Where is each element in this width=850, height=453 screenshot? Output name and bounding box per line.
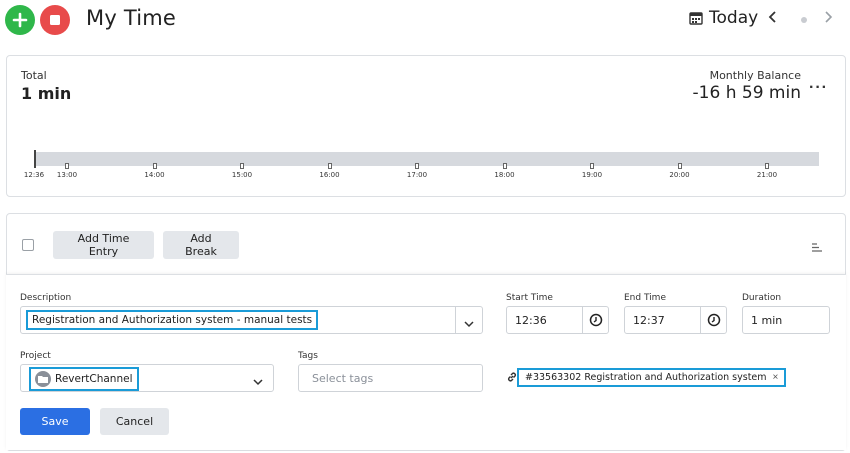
total-value: 1 min bbox=[21, 84, 72, 103]
timeline-start-label: 12:36 bbox=[23, 171, 45, 179]
end-time-value: 12:37 bbox=[633, 314, 665, 327]
duration-input[interactable]: 1 min bbox=[742, 306, 830, 334]
timeline-tick bbox=[765, 163, 769, 169]
today-button[interactable]: Today bbox=[689, 8, 758, 28]
linked-ticket-pill[interactable]: #33563302 Registration and Authorization… bbox=[517, 368, 787, 387]
plus-icon bbox=[12, 12, 28, 28]
save-button[interactable]: Save bbox=[20, 408, 90, 435]
timeline-tick-label: 17:00 bbox=[406, 171, 428, 179]
timeline-tick-label: 21:00 bbox=[756, 171, 778, 179]
tags-input[interactable]: Select tags bbox=[298, 364, 483, 392]
page-title: My Time bbox=[86, 6, 177, 30]
duration-label: Duration bbox=[742, 293, 782, 303]
start-time-label: Start Time bbox=[506, 293, 553, 303]
timeline-tick-label: 20:00 bbox=[669, 171, 690, 179]
monthly-balance-value: -16 h 59 min bbox=[692, 83, 801, 103]
description-input[interactable]: Registration and Authorization system - … bbox=[20, 306, 483, 334]
stop-button[interactable] bbox=[40, 5, 70, 35]
end-time-input[interactable]: 12:37 bbox=[624, 306, 727, 334]
timeline-tick bbox=[677, 163, 682, 169]
current-day-dot[interactable] bbox=[801, 17, 807, 23]
timeline-tick-label: 16:00 bbox=[319, 171, 340, 179]
timeline-tick-label: 13:00 bbox=[56, 171, 78, 179]
select-all-checkbox[interactable] bbox=[22, 239, 34, 251]
project-label: Project bbox=[20, 351, 51, 361]
today-label: Today bbox=[709, 8, 759, 28]
linked-ticket-label: #33563302 Registration and Authorization… bbox=[525, 372, 767, 383]
more-options-button[interactable]: ··· bbox=[809, 80, 828, 96]
end-time-picker-button[interactable] bbox=[707, 313, 721, 330]
project-value-pill: RevertChannel bbox=[29, 367, 139, 391]
folder-icon bbox=[35, 371, 51, 387]
summary-card: Total 1 min Monthly Balance -16 h 59 min… bbox=[6, 55, 846, 197]
description-dropdown-button[interactable] bbox=[464, 316, 474, 331]
timeline-tick bbox=[240, 163, 244, 169]
tags-placeholder: Select tags bbox=[312, 372, 374, 385]
start-time-value: 12:36 bbox=[515, 314, 547, 327]
chevron-down-icon bbox=[464, 321, 474, 328]
remove-ticket-button[interactable]: × bbox=[773, 372, 779, 383]
sort-lines-icon bbox=[812, 243, 822, 252]
clock-icon bbox=[707, 313, 721, 327]
start-time-input[interactable]: 12:36 bbox=[506, 306, 609, 334]
timeline-tick-label: 15:00 bbox=[231, 171, 253, 179]
time-entry-form: Description Registration and Authorizati… bbox=[6, 274, 846, 450]
end-time-label: End Time bbox=[624, 293, 666, 303]
project-select[interactable]: RevertChannel bbox=[20, 364, 274, 392]
cancel-button[interactable]: Cancel bbox=[100, 408, 169, 435]
total-label: Total bbox=[21, 69, 47, 82]
chevron-right-icon bbox=[825, 11, 833, 23]
timeline-tick bbox=[415, 163, 419, 169]
calendar-icon bbox=[689, 12, 703, 25]
tags-label: Tags bbox=[298, 351, 318, 361]
add-button[interactable] bbox=[5, 5, 35, 35]
stop-icon bbox=[50, 15, 60, 25]
timeline-start-marker bbox=[34, 150, 36, 168]
timeline-tick-label: 18:00 bbox=[494, 171, 515, 179]
description-value: Registration and Authorization system - … bbox=[26, 310, 319, 330]
chevron-down-icon bbox=[253, 379, 263, 386]
description-label: Description bbox=[20, 293, 72, 303]
description-divider bbox=[455, 307, 456, 333]
add-time-entry-button[interactable]: Add Time Entry bbox=[53, 231, 154, 259]
duration-value: 1 min bbox=[751, 314, 783, 327]
project-dropdown-button[interactable] bbox=[253, 374, 263, 389]
timeline-tick bbox=[590, 163, 594, 169]
clock-icon bbox=[589, 313, 603, 327]
add-break-button[interactable]: Add Break bbox=[163, 231, 239, 259]
timeline-tick bbox=[502, 163, 507, 169]
start-time-picker-button[interactable] bbox=[589, 313, 603, 330]
header: My Time Today bbox=[0, 0, 850, 40]
timeline-tick bbox=[65, 163, 69, 169]
project-value: RevertChannel bbox=[55, 373, 133, 385]
chevron-left-icon bbox=[768, 11, 776, 23]
timeline-tick bbox=[152, 163, 157, 169]
next-day-button[interactable] bbox=[823, 10, 833, 27]
monthly-balance-label: Monthly Balance bbox=[709, 69, 801, 82]
end-time-divider bbox=[700, 307, 701, 333]
timeline-tick-label: 19:00 bbox=[581, 171, 603, 179]
timeline-tick-label: 14:00 bbox=[144, 171, 165, 179]
timeline-tick bbox=[327, 163, 332, 169]
previous-day-button[interactable] bbox=[768, 10, 778, 27]
sort-button[interactable] bbox=[811, 240, 823, 255]
start-time-divider bbox=[582, 307, 583, 333]
